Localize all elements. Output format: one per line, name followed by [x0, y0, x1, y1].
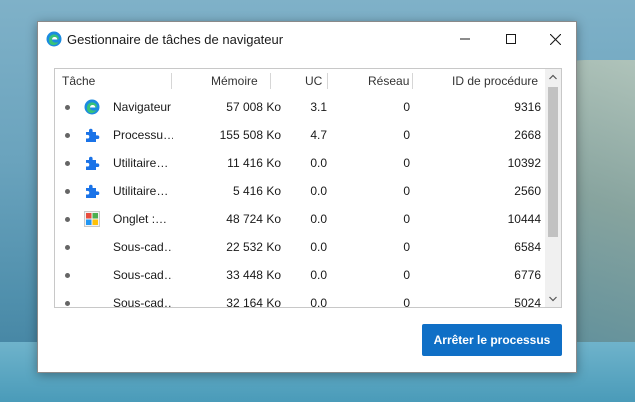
task-network: 0	[403, 128, 410, 142]
column-divider[interactable]	[412, 73, 413, 89]
row-bullet	[65, 105, 70, 110]
task-pid: 6776	[514, 268, 541, 282]
task-memory: 32 164 Ko	[226, 296, 281, 308]
edge-icon	[46, 31, 62, 47]
task-memory: 11 416 Ko	[227, 156, 281, 170]
row-bullet	[65, 133, 70, 138]
task-network: 0	[403, 184, 410, 198]
task-memory: 33 448 Ko	[226, 268, 281, 282]
end-process-button[interactable]: Arrêter le processus	[422, 324, 562, 356]
task-cpu: 3.1	[310, 100, 327, 114]
task-memory: 48 724 Ko	[226, 212, 281, 226]
table-row[interactable]: Navigateur 57 008 Ko 3.1 0 9316	[55, 93, 545, 121]
task-cpu: 0.0	[310, 212, 327, 226]
scroll-thumb[interactable]	[548, 87, 558, 237]
column-header-pid[interactable]: ID de procédure	[452, 74, 538, 88]
task-name: Navigateur	[113, 100, 172, 114]
puzzle-icon	[86, 184, 100, 198]
table-header: Tâche Mémoire UC Réseau ID de procédure	[55, 69, 545, 93]
maximize-button[interactable]	[488, 22, 534, 56]
task-memory: 5 416 Ko	[232, 184, 281, 198]
task-name: Utilitaire…	[113, 156, 169, 170]
table-row[interactable]: Onglet :… 48 724 Ko 0.0 0 10444	[55, 205, 545, 233]
table-row[interactable]: Utilitaire… 11 416 Ko 0.0 0 10392	[55, 149, 545, 177]
column-header-task[interactable]: Tâche	[62, 74, 95, 88]
task-cpu: 0.0	[310, 184, 327, 198]
task-cpu: 0.0	[310, 268, 327, 282]
task-table: Tâche Mémoire UC Réseau ID de procédure …	[54, 68, 562, 308]
scroll-up-button[interactable]	[545, 69, 561, 85]
close-button[interactable]	[532, 22, 578, 56]
scroll-down-button[interactable]	[545, 291, 561, 307]
column-divider[interactable]	[270, 73, 271, 89]
table-row[interactable]: Sous-cad… 22 532 Ko 0.0 0 6584	[55, 233, 545, 261]
task-pid: 2668	[514, 128, 541, 142]
task-cpu: 4.7	[310, 128, 327, 142]
task-network: 0	[403, 212, 410, 226]
task-name: Utilitaire…	[113, 184, 169, 198]
task-name: Sous-cad…	[113, 240, 173, 254]
row-bullet	[65, 245, 70, 250]
column-header-cpu[interactable]: UC	[305, 74, 322, 88]
task-rows: Navigateur 57 008 Ko 3.1 0 9316 Processu…	[55, 93, 545, 308]
row-bullet	[65, 161, 70, 166]
row-bullet	[65, 217, 70, 222]
task-manager-window: Gestionnaire de tâches de navigateur Tâc…	[37, 21, 577, 373]
task-pid: 10392	[507, 156, 541, 170]
task-memory: 57 008 Ko	[226, 100, 281, 114]
window-title: Gestionnaire de tâches de navigateur	[67, 32, 284, 47]
task-name: Sous-cad…	[113, 268, 173, 282]
row-bullet	[65, 189, 70, 194]
minimize-button[interactable]	[442, 22, 488, 56]
task-memory: 22 532 Ko	[226, 240, 281, 254]
task-pid: 5024	[514, 296, 541, 308]
table-row[interactable]: Utilitaire… 5 416 Ko 0.0 0 2560	[55, 177, 545, 205]
column-header-memory[interactable]: Mémoire	[211, 74, 258, 88]
task-network: 0	[403, 240, 410, 254]
task-pid: 9316	[514, 100, 541, 114]
chevron-down-icon	[549, 296, 557, 302]
row-bullet	[65, 273, 70, 278]
task-pid: 10444	[507, 212, 541, 226]
task-cpu: 0.0	[310, 156, 327, 170]
task-network: 0	[403, 296, 410, 308]
close-icon	[549, 33, 561, 45]
minimize-icon	[460, 38, 470, 40]
task-network: 0	[403, 100, 410, 114]
title-bar[interactable]: Gestionnaire de tâches de navigateur	[38, 22, 576, 56]
task-cpu: 0.0	[310, 296, 327, 308]
maximize-icon	[506, 34, 516, 44]
task-pid: 6584	[514, 240, 541, 254]
edge-icon	[84, 99, 100, 115]
puzzle-icon	[86, 128, 100, 142]
task-memory: 155 508 Ko	[219, 128, 281, 142]
puzzle-icon	[86, 156, 100, 170]
table-row[interactable]: Processu… 155 508 Ko 4.7 0 2668	[55, 121, 545, 149]
table-row[interactable]: Sous-cad… 33 448 Ko 0.0 0 6776	[55, 261, 545, 289]
task-network: 0	[403, 268, 410, 282]
column-divider[interactable]	[327, 73, 328, 89]
task-cpu: 0.0	[310, 240, 327, 254]
vertical-scrollbar[interactable]	[545, 69, 561, 307]
tab-grid-icon	[84, 211, 100, 227]
chevron-up-icon	[549, 74, 557, 80]
table-row[interactable]: Sous-cad… 32 164 Ko 0.0 0 5024	[55, 289, 545, 308]
task-network: 0	[403, 156, 410, 170]
task-pid: 2560	[514, 184, 541, 198]
task-name: Sous-cad…	[113, 296, 173, 308]
task-name: Processu…	[113, 128, 173, 142]
row-bullet	[65, 301, 70, 306]
column-header-network[interactable]: Réseau	[368, 74, 409, 88]
column-divider[interactable]	[171, 73, 172, 89]
task-name: Onglet :…	[113, 212, 168, 226]
